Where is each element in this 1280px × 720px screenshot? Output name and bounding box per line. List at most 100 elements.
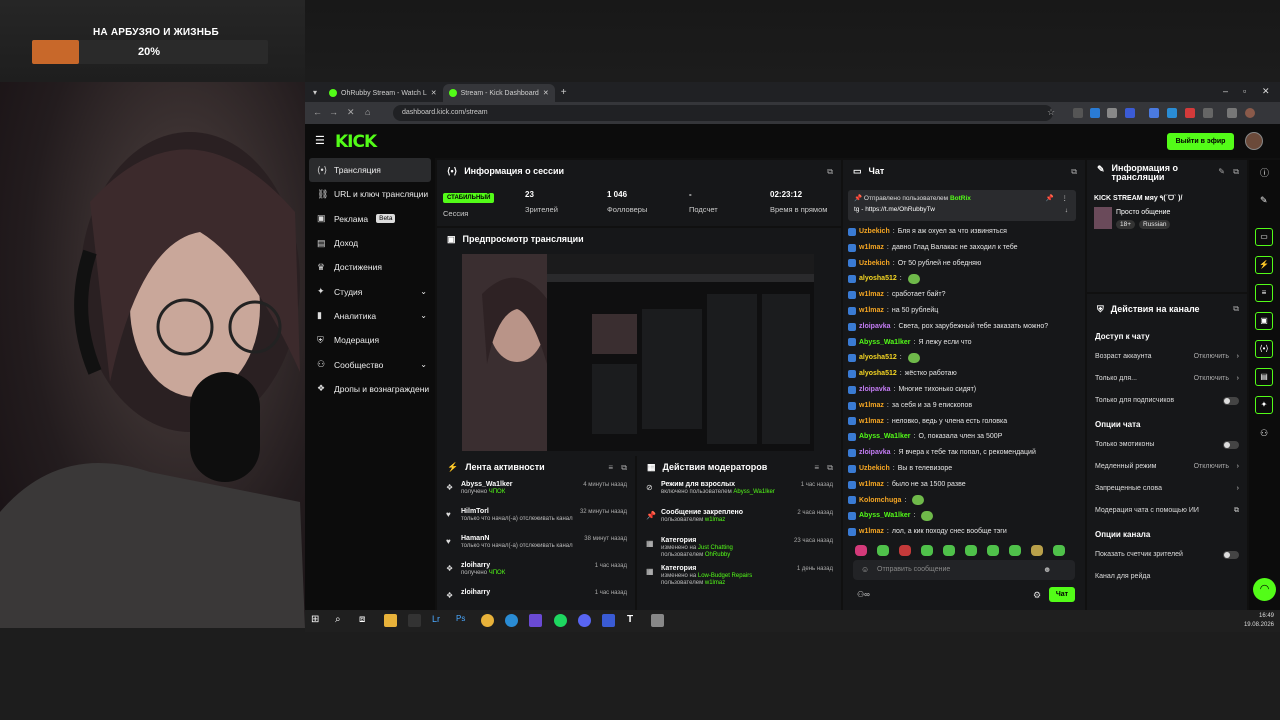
menu-icon[interactable]: ☰: [315, 134, 325, 147]
popout-icon[interactable]: ⧉: [621, 463, 627, 473]
chat-username[interactable]: w1lmaz: [859, 303, 884, 319]
emote-icon[interactable]: [1031, 545, 1043, 556]
sidebar-item[interactable]: ❖ Дропы и вознаграждени: [305, 377, 435, 401]
chat-username[interactable]: Abyss_Wa1lker: [859, 429, 911, 445]
sidebar-item[interactable]: ▮ Аналитика ⌄: [305, 304, 435, 328]
more-icon[interactable]: ⋮: [1062, 194, 1069, 202]
popout-icon[interactable]: ⧉: [827, 463, 833, 473]
chart-app-icon[interactable]: [602, 614, 615, 627]
emote-icon[interactable]: [899, 545, 911, 556]
rail-screen-icon[interactable]: ▣: [1255, 312, 1273, 330]
emote-icon[interactable]: [877, 545, 889, 556]
chat-username[interactable]: w1lmaz: [859, 398, 884, 414]
filter-icon[interactable]: ≡: [608, 463, 613, 472]
sidebar-item[interactable]: ⛓ URL и ключ трансляции: [305, 182, 435, 206]
rail-chat-icon[interactable]: ▭: [1255, 228, 1273, 246]
chat-username[interactable]: w1lmaz: [859, 414, 884, 430]
chat-username[interactable]: zloipavka: [859, 382, 891, 398]
apps-icon[interactable]: ⚇: [1260, 428, 1268, 439]
tab-watch-stream[interactable]: OhRubby Stream - Watch L ✕: [323, 84, 443, 102]
go-live-button[interactable]: Выйти в эфир: [1167, 133, 1234, 150]
rail-bolt-icon[interactable]: ⚡: [1255, 256, 1273, 274]
extension-icon[interactable]: [1073, 108, 1083, 118]
home-icon[interactable]: ⌂: [365, 107, 370, 117]
chat-username[interactable]: zloipavka: [859, 445, 891, 461]
only-for-setting[interactable]: Только для... Отключить ›: [1087, 368, 1247, 390]
sidebar-item[interactable]: ⚇ Сообщество ⌄: [305, 352, 435, 376]
arrow-down-icon[interactable]: ↓: [1065, 207, 1068, 214]
emote-icon[interactable]: [987, 545, 999, 556]
tab-kick-dashboard[interactable]: Stream - Kick Dashboard ✕: [442, 84, 555, 102]
pencil-icon[interactable]: ✎: [1260, 195, 1268, 206]
emote-icon[interactable]: [1009, 545, 1021, 556]
sidebar-item[interactable]: ▤ Доход: [305, 231, 435, 255]
chat-username[interactable]: alyosha512: [859, 350, 897, 366]
new-tab-icon[interactable]: +: [561, 87, 567, 98]
stream-preview-video[interactable]: [462, 254, 814, 451]
chat-username[interactable]: w1lmaz: [859, 524, 884, 536]
sidebar-item[interactable]: ▣ Реклама Beta: [305, 207, 435, 231]
back-icon[interactable]: ←: [313, 107, 322, 117]
close-icon[interactable]: ✕: [543, 89, 549, 97]
pin-icon[interactable]: 📌: [1046, 194, 1054, 202]
forward-icon[interactable]: →: [329, 107, 338, 117]
info-icon[interactable]: ⓘ: [1260, 166, 1269, 179]
popout-icon[interactable]: ⧉: [1071, 167, 1077, 177]
app-icon[interactable]: [529, 614, 542, 627]
chrome-icon[interactable]: [481, 614, 494, 627]
minimize-icon[interactable]: –: [1223, 86, 1228, 96]
sidebar-item[interactable]: ⛨ Модерация: [305, 328, 435, 352]
extension-icon[interactable]: [1227, 108, 1237, 118]
emote-icon[interactable]: [943, 545, 955, 556]
popout-icon[interactable]: ⧉: [827, 167, 833, 177]
chat-username[interactable]: w1lmaz: [859, 287, 884, 303]
app-icon[interactable]: [408, 614, 421, 627]
chat-username[interactable]: zloipavka: [859, 319, 891, 335]
age-setting[interactable]: Возраст аккаунта Отключить ›: [1087, 346, 1247, 368]
search-icon[interactable]: ⌕: [335, 614, 348, 627]
popout-icon[interactable]: ⧉: [1233, 167, 1239, 177]
chat-username[interactable]: Abyss_Wa1lker: [859, 508, 911, 524]
explorer-icon[interactable]: [384, 614, 397, 627]
sidebar-item[interactable]: ♛ Достижения: [305, 255, 435, 279]
rail-list-icon[interactable]: ≡: [1255, 284, 1273, 302]
emote-icon[interactable]: [1053, 545, 1065, 556]
subs-only-toggle[interactable]: [1223, 397, 1239, 405]
spotify-icon[interactable]: [554, 614, 567, 627]
banned-words-setting[interactable]: Запрещенные слова ›: [1087, 478, 1247, 500]
pinned-text[interactable]: tg - https://t.me/OhRubbyTw: [854, 206, 1070, 213]
tab-search-icon[interactable]: ▾: [313, 88, 317, 97]
windows-start-icon[interactable]: ⊞: [311, 614, 324, 627]
emoji-icon[interactable]: ☺: [861, 565, 869, 574]
extension-icon[interactable]: [1203, 108, 1213, 118]
emote-icon[interactable]: [855, 545, 867, 556]
bookmark-star-icon[interactable]: ☆: [1047, 107, 1055, 118]
chat-username[interactable]: w1lmaz: [859, 240, 884, 256]
profile-icon[interactable]: [1245, 108, 1255, 118]
task-view-icon[interactable]: ⧈: [359, 614, 372, 627]
extension-icon[interactable]: [1125, 108, 1135, 118]
send-chat-button[interactable]: Чат: [1049, 587, 1075, 602]
chat-username[interactable]: Uzbekich: [859, 224, 890, 240]
kick-bot-icon[interactable]: ◠: [1253, 578, 1276, 601]
sidebar-item[interactable]: ✦ Студия ⌄: [305, 279, 435, 303]
smile-icon[interactable]: ☻: [1043, 565, 1051, 574]
rail-tool-icon[interactable]: ✦: [1255, 396, 1273, 414]
extension-icon[interactable]: [1090, 108, 1100, 118]
rail-box-icon[interactable]: ▤: [1255, 368, 1273, 386]
ai-mod-setting[interactable]: Модерация чата с помощью ИИ ⧉: [1087, 500, 1247, 522]
app-icon[interactable]: [651, 614, 664, 627]
popout-icon[interactable]: ⧉: [1233, 304, 1239, 314]
chat-username[interactable]: alyosha512: [859, 366, 897, 382]
chat-username[interactable]: Abyss_Wa1lker: [859, 335, 911, 351]
avatar[interactable]: [1245, 132, 1263, 150]
lightroom-icon[interactable]: Lr: [432, 614, 445, 627]
extension-icon[interactable]: [1107, 108, 1117, 118]
text-app-icon[interactable]: T: [627, 614, 640, 627]
extension-icon[interactable]: [1149, 108, 1159, 118]
chat-input[interactable]: Отправить сообщение: [853, 560, 1075, 580]
chat-username[interactable]: alyosha512: [859, 271, 897, 287]
show-viewers-toggle[interactable]: [1223, 551, 1239, 559]
rail-broadcast-icon[interactable]: ⟨•⟩: [1255, 340, 1273, 358]
emote-icon[interactable]: [965, 545, 977, 556]
